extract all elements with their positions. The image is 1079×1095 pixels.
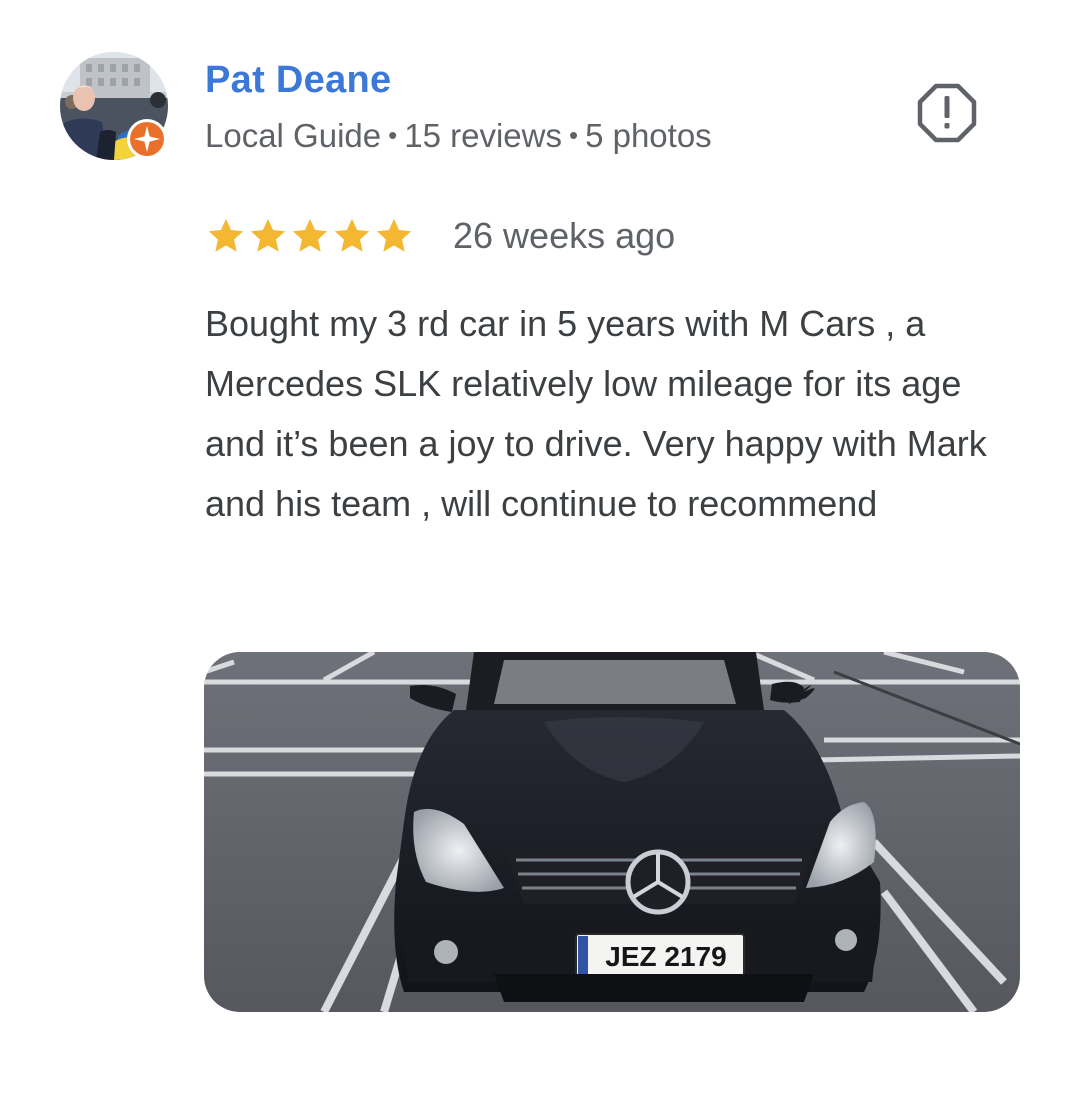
number-plate-text: JEZ 2179 bbox=[605, 941, 726, 972]
review-date: 26 weeks ago bbox=[453, 215, 676, 256]
reviewer-avatar[interactable] bbox=[60, 52, 168, 160]
local-guide-label: Local Guide bbox=[205, 117, 382, 154]
report-flag-icon bbox=[914, 83, 980, 150]
reviewer-meta: Local Guide • 15 reviews • 5 photos bbox=[205, 113, 712, 158]
star-icon bbox=[331, 215, 373, 257]
star-icon bbox=[289, 215, 331, 257]
meta-separator: • bbox=[388, 120, 398, 150]
meta-separator: • bbox=[568, 120, 579, 150]
rating-row: 26 weeks ago bbox=[205, 210, 675, 262]
review-photo[interactable]: JEZ 2179 bbox=[204, 652, 1020, 1012]
star-icon bbox=[247, 215, 289, 257]
star-icon bbox=[205, 215, 247, 257]
star-icon bbox=[373, 215, 415, 257]
reviewer-name[interactable]: Pat Deane bbox=[205, 56, 391, 104]
local-guide-star-icon bbox=[126, 118, 168, 160]
review-text: Bought my 3 rd car in 5 years with M Car… bbox=[205, 303, 987, 524]
report-review-button[interactable] bbox=[914, 80, 980, 146]
photo-count: 5 photos bbox=[585, 117, 712, 154]
review-count: 15 reviews bbox=[404, 117, 562, 154]
star-rating bbox=[205, 215, 415, 257]
